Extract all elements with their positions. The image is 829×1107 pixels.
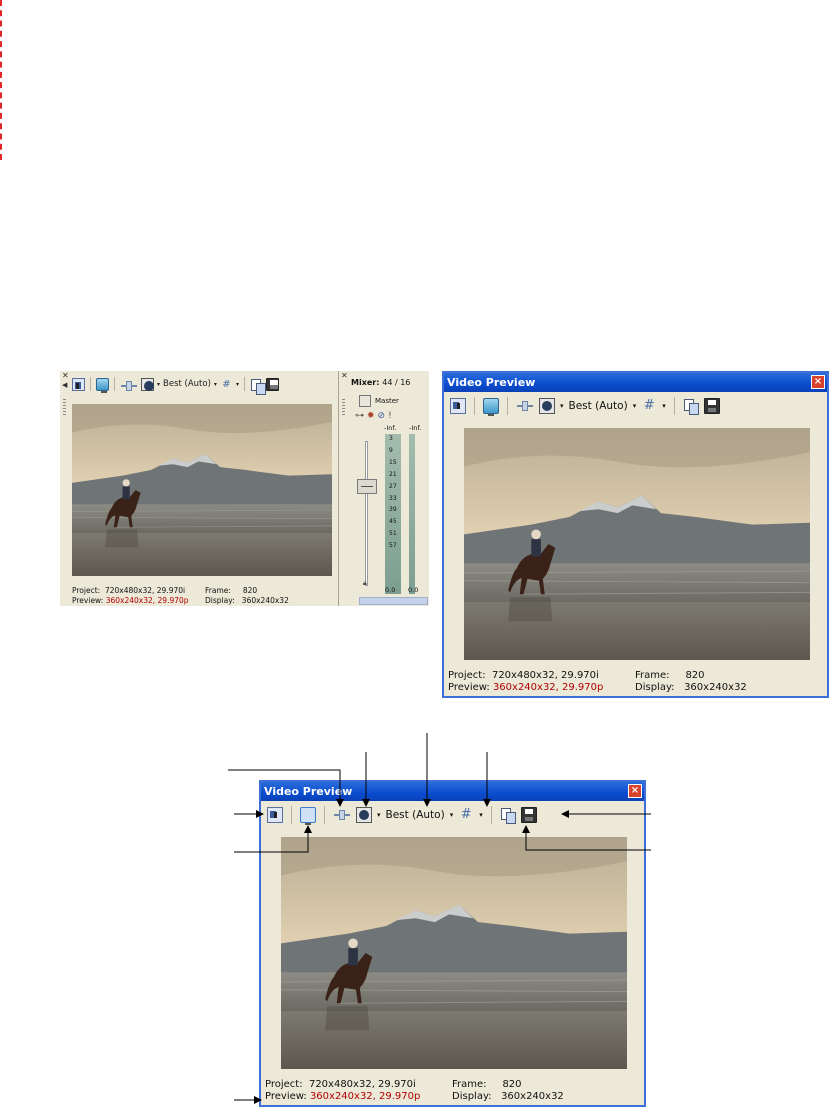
- callout-lines: [228, 733, 651, 1104]
- callout-monitor: [234, 825, 312, 853]
- callout-split-screen: [228, 769, 344, 807]
- callout-copy-snapshot: [522, 825, 651, 851]
